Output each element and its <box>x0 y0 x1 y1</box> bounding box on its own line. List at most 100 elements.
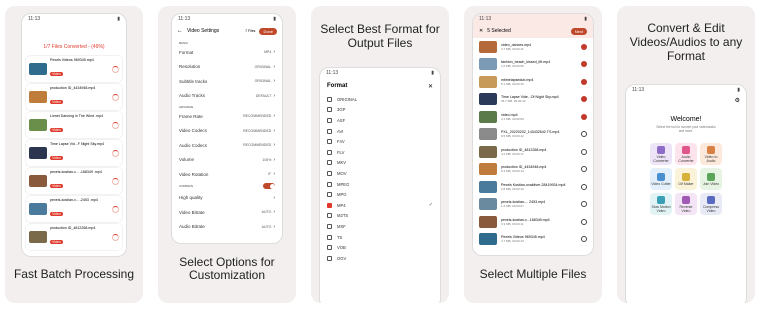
close-icon[interactable]: ✕ <box>479 28 483 34</box>
checkbox-checked-icon[interactable] <box>581 96 587 103</box>
selectable-file-row[interactable]: Pexels Videos 969345.mp4 4.7 MB, 00:00:13 <box>473 231 593 249</box>
file-name: Pexels Videos 969345.mp4 <box>50 58 94 62</box>
checkbox-unchecked-icon[interactable] <box>581 148 587 155</box>
checkbox-unchecked-icon[interactable] <box>581 131 587 138</box>
format-option[interactable]: M2TS <box>320 211 440 222</box>
format-option[interactable]: AVI <box>320 126 440 137</box>
batch-file-item[interactable]: production ID_4434948.mp4 Video <box>26 84 122 110</box>
file-format-icon <box>327 149 332 155</box>
setting-row[interactable]: Volume 100% › <box>172 153 282 168</box>
selectable-file-row[interactable]: Time Lapse Vide...Of Night Sky.mp4 35.7 M… <box>473 91 593 109</box>
progress-ring-icon <box>112 93 119 101</box>
caption-line2: Videos/Audios to any <box>629 35 743 49</box>
checkbox-checked-icon[interactable] <box>581 43 587 50</box>
phone-select: 11:13 ▮ ✕ 5 Selected Next video_dances.mp… <box>473 14 593 255</box>
setting-row[interactable]: Frame Rate RECOMMENDED › <box>172 109 282 124</box>
tool-tile[interactable]: Join Video <box>700 168 722 190</box>
status-bar: 11:13 ▮ <box>172 14 282 24</box>
format-option[interactable]: MPEG <box>320 179 440 190</box>
format-option[interactable]: 3GP <box>320 105 440 116</box>
setting-label: Format <box>179 49 194 55</box>
setting-row[interactable]: Audio Bitrate AUTO › <box>172 220 282 235</box>
tool-tile[interactable]: Compress Video <box>700 193 722 215</box>
checkbox-unchecked-icon[interactable] <box>581 201 587 208</box>
format-option[interactable]: FLV <box>320 147 440 158</box>
format-option[interactable]: MKV <box>320 158 440 169</box>
checkbox-unchecked-icon[interactable] <box>581 218 587 225</box>
format-option[interactable]: ASF <box>320 115 440 126</box>
setting-row[interactable]: High quality › <box>172 191 282 206</box>
selectable-file-row[interactable]: Pexels Kostian-ovaldiver-28419934.mp4 2.8… <box>473 178 593 196</box>
tool-tile[interactable]: Video Cutter <box>650 168 672 190</box>
selectable-file-row[interactable]: pexels-kostian-v...168349.mp4 3.3 MB, 00:… <box>473 213 593 231</box>
checkbox-checked-icon[interactable] <box>581 78 587 85</box>
format-option[interactable]: ORIGINAL <box>320 94 440 105</box>
tool-tile[interactable]: Audio Converter <box>675 143 697 165</box>
batch-file-item[interactable]: Linnet Dancing in The Wind .mp4 Video <box>26 112 122 138</box>
checkbox-checked-icon[interactable] <box>581 113 587 120</box>
setting-row[interactable]: Subtitle tracks ORIGINAL › <box>172 74 282 89</box>
status-bar: 11:13 ▮ <box>320 68 440 78</box>
checkbox-unchecked-icon[interactable] <box>581 166 587 173</box>
tool-tile[interactable]: Video Converter <box>650 143 672 165</box>
setting-row[interactable]: Video Codecs RECOMMENDED › <box>172 124 282 139</box>
format-option[interactable]: MPG <box>320 189 440 200</box>
file-meta: 3.7 MB, 00:00:11 <box>501 46 524 51</box>
close-icon[interactable]: ✕ <box>428 83 433 90</box>
selectable-file-row[interactable]: pexels-kostian-... 2453.mp4 1.2 MB, 00:00… <box>473 196 593 214</box>
selectable-file-row[interactable]: production ID_4812268.mp4 4.2 MB, 00:00:1… <box>473 143 593 161</box>
video-thumbnail <box>479 145 497 158</box>
done-button[interactable]: Done <box>259 27 277 35</box>
batch-file-item[interactable]: production ID_4812268.mp4 Video <box>26 224 122 250</box>
chevron-right-icon: › <box>273 113 275 120</box>
checkbox-unchecked-icon[interactable] <box>581 183 587 190</box>
caption-line1: Select Best Format for <box>320 22 440 36</box>
tool-icon <box>657 195 665 204</box>
next-button[interactable]: Next <box>570 27 587 35</box>
tool-tile[interactable]: Slow Motion Video <box>650 193 672 215</box>
common-toggle[interactable] <box>263 183 275 189</box>
format-option[interactable]: F4V <box>320 136 440 147</box>
batch-file-item[interactable]: Time Lapse Vid...F Night Sky.mp4 Video <box>26 140 122 166</box>
file-type-badge: Video <box>50 156 63 160</box>
batch-file-item[interactable]: pexels-kostian-v... -168349 .mp4 Video <box>26 168 122 194</box>
chevron-right-icon: › <box>273 78 275 85</box>
battery-icon: ▮ <box>431 70 434 76</box>
selectable-file-row[interactable]: video.mp4 3.1 MB, 00:00:09 <box>473 108 593 126</box>
video-thumbnail <box>479 180 497 193</box>
video-thumbnail <box>479 198 497 211</box>
checkbox-unchecked-icon[interactable] <box>581 236 587 243</box>
tool-grid: Video Converter Audio Converter Video to A… <box>626 143 746 215</box>
file-format-icon <box>327 213 332 219</box>
format-option[interactable]: MOV <box>320 168 440 179</box>
setting-row[interactable]: Video Bitrate AUTO › <box>172 205 282 220</box>
format-option[interactable]: VOB <box>320 242 440 253</box>
setting-row[interactable]: Audio Tracks DEFAULT › <box>172 89 282 104</box>
selectable-file-row[interactable]: PXL_20220202_143432642.TS.mp4 9.5 MB, 00:… <box>473 126 593 144</box>
file-info: video.mp4 3.1 MB, 00:00:09 <box>501 113 577 121</box>
panel-format: Select Best Format for Output Files 11:1… <box>311 6 449 303</box>
setting-row[interactable]: Resolution ORIGINAL › <box>172 60 282 75</box>
setting-value-wrap: ORIGINAL › <box>255 78 275 84</box>
batch-file-item[interactable]: pexels-kostian-v... -2453 .mp4 Video <box>26 196 122 222</box>
checkbox-checked-icon[interactable] <box>581 61 587 68</box>
format-option[interactable]: TS <box>320 232 440 243</box>
selectable-file-row[interactable]: fashion_beach_kissed_lift.mp4 1.6 MB, 00:… <box>473 56 593 74</box>
format-option[interactable]: MP4 ✓ <box>320 200 440 211</box>
selectable-file-row[interactable]: video_dances.mp4 3.7 MB, 00:00:11 <box>473 38 593 56</box>
chevron-right-icon: › <box>273 127 275 134</box>
format-option[interactable]: OGV <box>320 253 440 264</box>
setting-row[interactable]: Format MP4 › <box>172 45 282 60</box>
tool-tile[interactable]: Gif Maker <box>675 168 697 190</box>
tool-tile[interactable]: Reverse Video <box>675 193 697 215</box>
back-arrow-icon[interactable]: ← <box>177 28 183 34</box>
setting-row[interactable]: Audio Codecs RECOMMENDED › <box>172 138 282 153</box>
tool-tile[interactable]: Video to Audio <box>700 143 722 165</box>
format-header: Format ✕ <box>320 78 440 94</box>
setting-row[interactable]: Video Rotation 0° › <box>172 167 282 182</box>
format-option[interactable]: MXF <box>320 221 440 232</box>
batch-file-item[interactable]: Pexels Videos 969345.mp4 Video <box>26 56 122 82</box>
gear-icon[interactable]: ⚙ <box>626 95 746 104</box>
selectable-file-row[interactable]: mtimelapsedub.mp4 5.1 MB, 00:00:15 <box>473 73 593 91</box>
selectable-file-row[interactable]: production ID_4434948.mp4 6.3 MB, 00:00:1… <box>473 161 593 179</box>
